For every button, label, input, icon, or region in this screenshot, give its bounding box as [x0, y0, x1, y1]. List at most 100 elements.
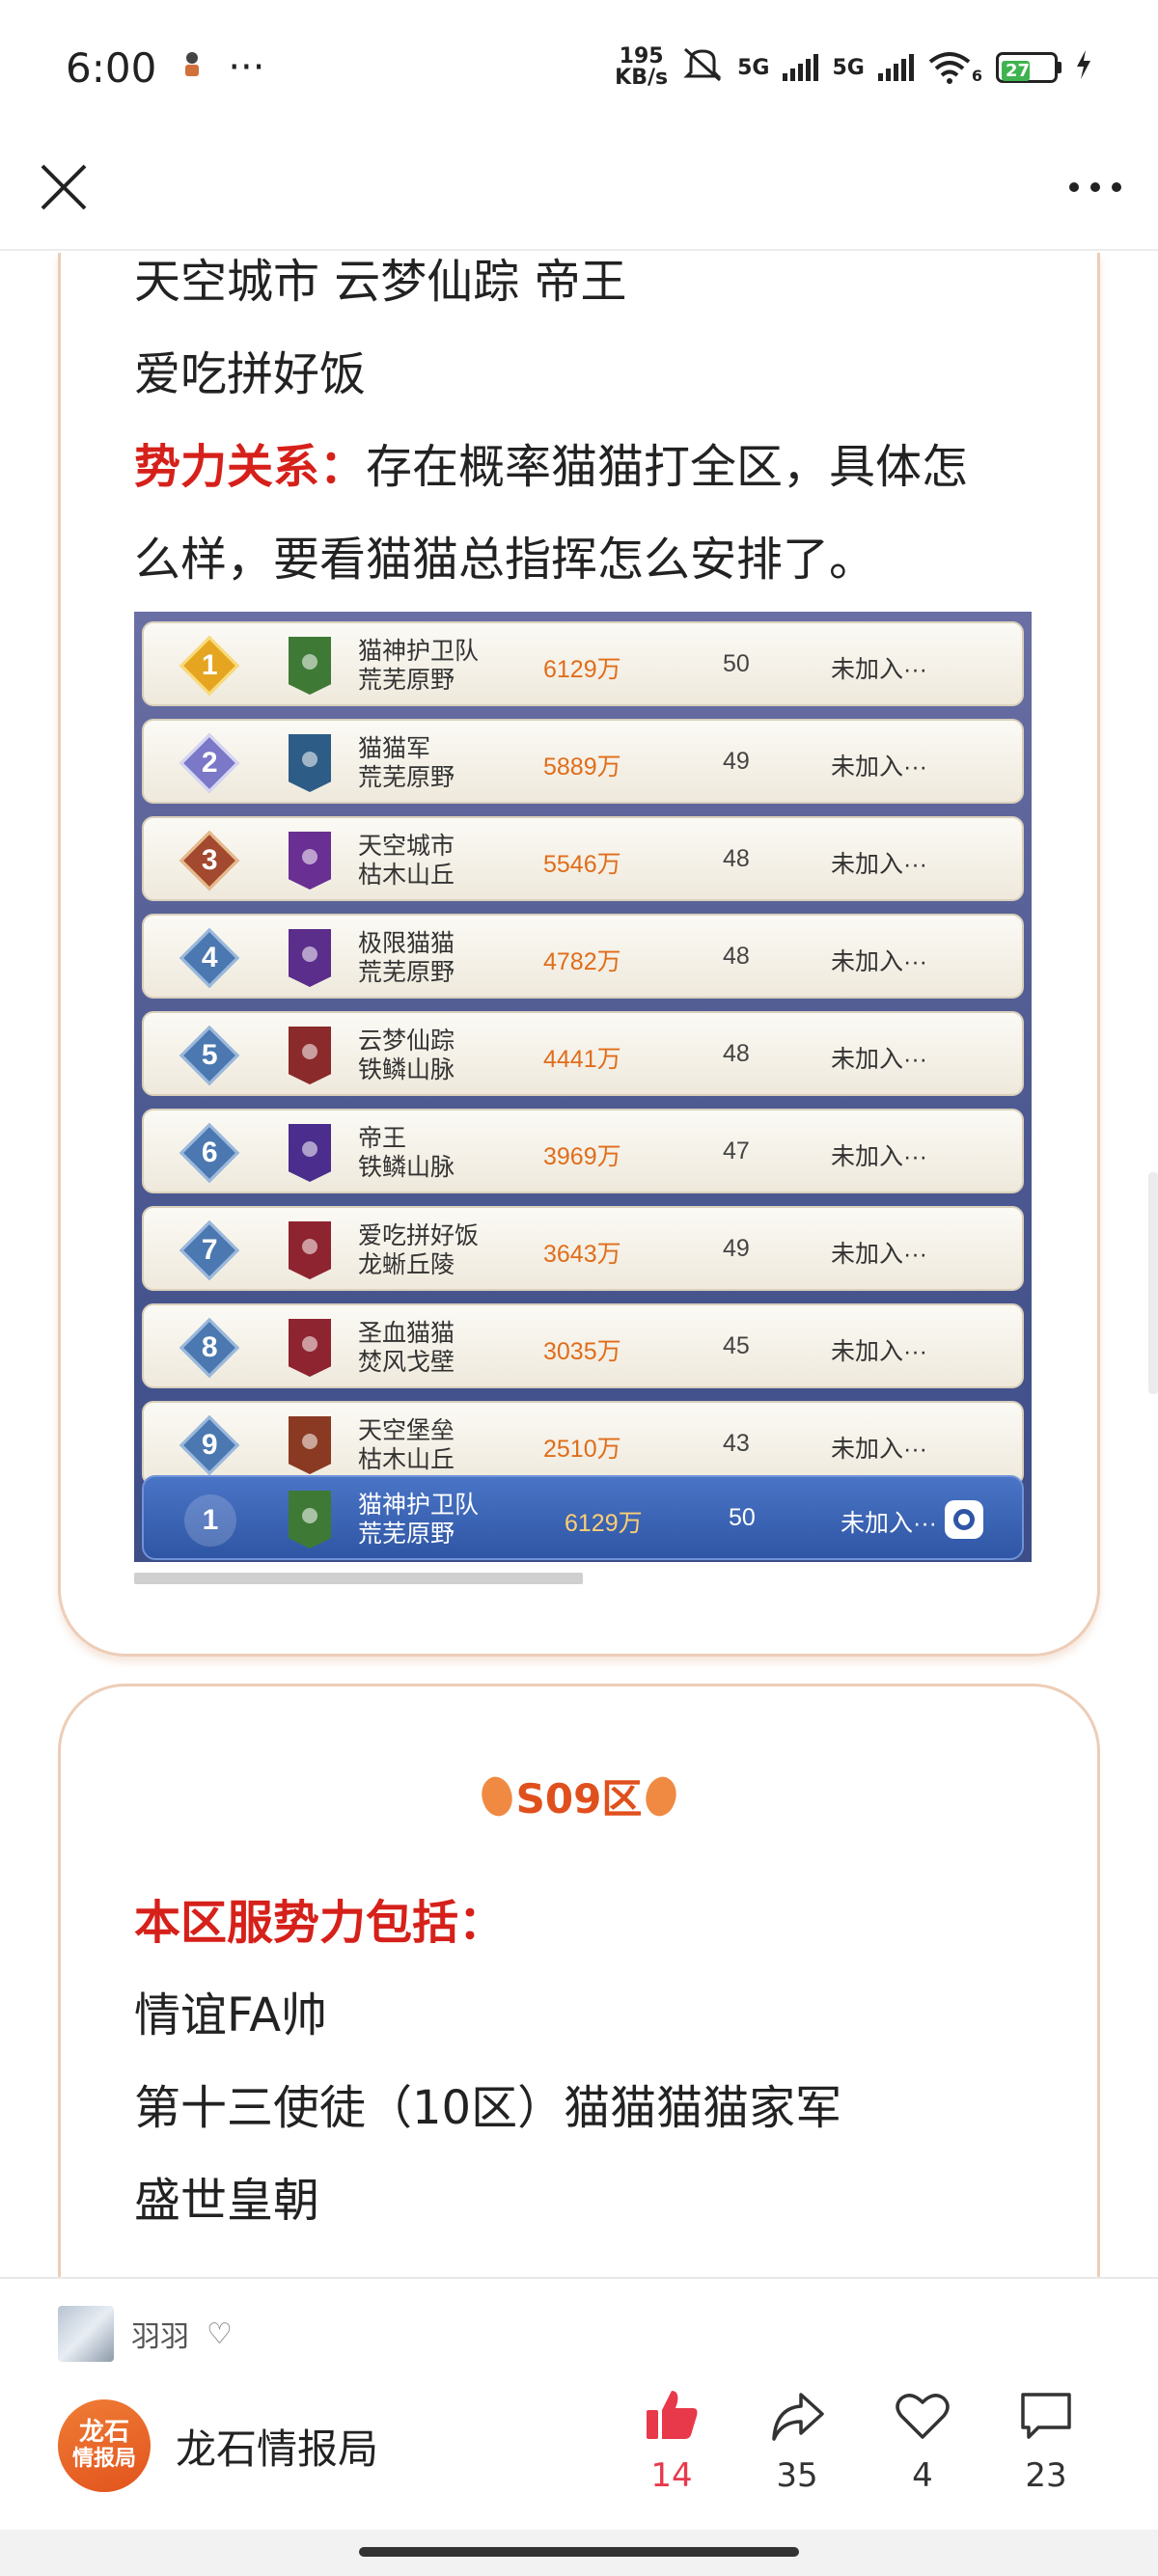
leaderboard-level: 48 [723, 845, 750, 872]
flame-left-icon [473, 1771, 520, 1821]
relation-label: 势力关系： [134, 440, 367, 494]
rank-badge-icon: 5 [179, 1025, 240, 1086]
heart-icon [896, 2394, 950, 2439]
favorite-button[interactable]: 4 [874, 2385, 971, 2495]
page-scrollbar[interactable] [1148, 1172, 1158, 1394]
leaderboard-power: 3969万 [543, 1143, 621, 1170]
force-item-1: 情谊FA帅 [134, 1988, 328, 2042]
more-options-button[interactable] [1062, 158, 1129, 216]
leaderboard-guild-region: 枯木山丘 [358, 862, 455, 889]
leaderboard-guild-name: 猫猫军 [358, 735, 431, 762]
notification-icon [179, 50, 205, 86]
leaderboard-level: 48 [723, 1040, 750, 1067]
rank-badge-icon: 1 [179, 635, 240, 697]
forces-label: 本区服势力包括： [134, 1896, 506, 1950]
sim1-type: 5G [737, 55, 770, 80]
status-bar: 6:00 ··· 195 KB/s 5G 5G 6 27 [0, 0, 1158, 135]
guild-banner-icon [289, 1221, 331, 1279]
leaderboard-status: 未加入··· [831, 851, 927, 878]
my-guild-status: 未加入··· [841, 1510, 937, 1537]
thumbs-up-icon [647, 2391, 698, 2439]
status-time: 6:00 [66, 43, 157, 92]
leaderboard-status: 未加入··· [831, 1436, 927, 1463]
charging-icon [1075, 49, 1092, 86]
rank-number: 3 [201, 844, 218, 876]
rank-number: 6 [201, 1137, 218, 1168]
leaderboard-row: 3 天空城市 枯木山丘 5546万 48 未加入··· [142, 816, 1024, 901]
guild-banner-icon [289, 1416, 331, 1474]
my-guild-guild-name: 猫神护卫队 [358, 1492, 480, 1519]
guild-banner-icon [289, 1124, 331, 1182]
leaderboard-guild-name: 极限猫猫 [358, 930, 455, 957]
account-logo[interactable]: 龙石 情报局 [58, 2399, 151, 2492]
guild-list-line-2: 爱吃拼好饭 [134, 347, 367, 401]
leaderboard-status: 未加入··· [831, 1338, 927, 1365]
mute-icon [681, 45, 724, 90]
force-item-3: 盛世皇朝 [134, 2174, 320, 2228]
leaderboard-row: 4 极限猫猫 荒芜原野 4782万 48 未加入··· [142, 914, 1024, 999]
leaderboard-guild-region: 荒芜原野 [358, 764, 455, 791]
sim2-signal-icon [877, 54, 914, 81]
guild-banner-icon [289, 734, 331, 792]
leaderboard-level: 49 [723, 748, 750, 775]
leaderboard-image[interactable]: 1 猫神护卫队 荒芜原野 6129万 50 未加入··· 2 猫猫军 荒芜原野 5889万 49 未加… [134, 612, 1032, 1562]
leaderboard-power: 5546万 [543, 851, 621, 878]
leaderboard-guild-name: 爱吃拼好饭 [358, 1222, 480, 1249]
leaderboard-guild-region: 荒芜原野 [358, 959, 455, 986]
guild-banner-icon [289, 1491, 331, 1548]
scrollbar-thumb[interactable] [134, 1573, 583, 1584]
like-button[interactable]: 14 [623, 2385, 720, 2495]
logo-text-line-1: 龙石 [78, 2418, 129, 2447]
leaderboard-guild-name: 天空堡垒 [358, 1417, 455, 1444]
close-button[interactable] [35, 158, 93, 216]
account-row[interactable]: 龙石 情报局 龙石情报局 [58, 2399, 378, 2492]
leaderboard-guild-region: 焚风戈壁 [358, 1349, 455, 1376]
share-button[interactable]: 35 [749, 2385, 845, 2495]
leaderboard-guild-region: 铁鳞山脉 [358, 1056, 455, 1083]
leaderboard-power: 2510万 [543, 1436, 621, 1463]
leaderboard-status: 未加入··· [831, 1046, 927, 1073]
rank-number: 7 [201, 1234, 218, 1266]
leaderboard-guild-name: 帝王 [358, 1125, 407, 1152]
camera-icon[interactable] [945, 1500, 983, 1539]
comment-button[interactable]: 23 [998, 2385, 1094, 2495]
share-icon [772, 2393, 824, 2441]
author-row[interactable]: 羽羽 ♡ [58, 2306, 233, 2362]
leaderboard-status: 未加入··· [831, 656, 927, 683]
section-title-text: S09区 [515, 1775, 643, 1822]
flame-right-icon [638, 1771, 685, 1821]
leaderboard-level: 47 [723, 1137, 750, 1165]
rank-number: 5 [201, 1039, 218, 1071]
leaderboard-power: 4782万 [543, 948, 621, 975]
leaderboard-power: 6129万 [543, 656, 621, 683]
leaderboard-row: 7 爱吃拼好饭 龙蜥丘陵 3643万 49 未加入··· [142, 1206, 1024, 1291]
small-heart-icon: ♡ [207, 2316, 233, 2351]
my-guild-row: 1 猫神护卫队 荒芜原野 6129万 50 未加入··· [142, 1475, 1024, 1560]
section-title: S09区 [61, 1767, 1097, 1825]
comment-count: 23 [1025, 2456, 1067, 2495]
home-indicator[interactable] [359, 2547, 799, 2557]
leaderboard-level: 45 [723, 1332, 750, 1359]
relation-line-1: 势力关系：存在概率猫猫打全区，具体怎 [134, 438, 968, 496]
leaderboard-level: 50 [723, 650, 750, 677]
leaderboard-guild-region: 龙蜥丘陵 [358, 1251, 455, 1278]
author-avatar[interactable] [58, 2306, 114, 2362]
leaderboard-guild-name: 云梦仙踪 [358, 1028, 455, 1055]
leaderboard-status: 未加入··· [831, 948, 927, 975]
my-guild-guild-region: 荒芜原野 [358, 1521, 455, 1548]
rank-number: 8 [201, 1331, 218, 1363]
image-horizontal-scrollbar[interactable] [134, 1573, 1032, 1584]
rank-badge-icon: 6 [179, 1122, 240, 1184]
rank-badge-icon: 2 [179, 732, 240, 794]
network-speed-unit: KB/s [615, 66, 669, 90]
account-name[interactable]: 龙石情报局 [176, 2417, 378, 2476]
leaderboard-guild-name: 猫神护卫队 [358, 638, 480, 665]
my-rank-number: 1 [184, 1494, 236, 1547]
like-count: 14 [650, 2456, 693, 2495]
guild-banner-icon [289, 637, 331, 695]
author-name: 羽羽 [131, 2320, 189, 2354]
wifi-generation: 6 [971, 67, 982, 85]
leaderboard-status: 未加入··· [831, 754, 927, 781]
article-card-region: 天空城市 云梦仙踪 帝王 爱吃拼好饭 势力关系：存在概率猫猫打全区，具体怎 么样… [58, 253, 1100, 1657]
relation-text-1: 存在概率猫猫打全区，具体怎 [366, 440, 969, 494]
